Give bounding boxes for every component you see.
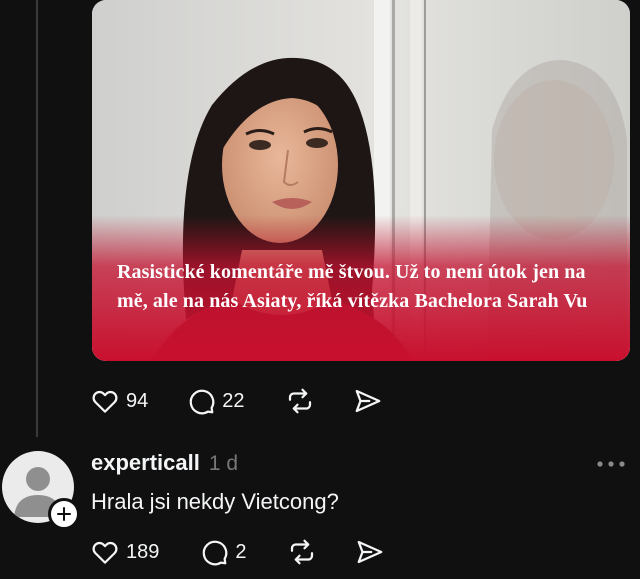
reply-comment-button[interactable]: 2 [199,537,247,567]
reply-like-count: 189 [126,540,160,563]
heart-icon [92,541,118,564]
reply-actions: 189 2 [90,537,385,567]
comment-bubble-icon [189,389,215,415]
comment-button[interactable]: 22 [186,386,245,416]
more-dots-icon[interactable] [596,460,626,468]
reply-username[interactable]: experticall [91,450,200,476]
reply-timestamp: 1 d [208,452,239,475]
follow-button[interactable] [48,498,80,530]
like-count: 94 [126,389,149,412]
repost-icon [288,388,311,414]
post-actions: 94 22 [90,386,383,416]
comment-bubble-icon [203,540,228,566]
send-icon [355,389,380,413]
reply-share-button[interactable] [355,537,385,567]
send-icon [357,540,382,564]
comment-count: 22 [222,389,245,412]
reply-avatar-wrap[interactable] [2,451,80,530]
like-button[interactable]: 94 [90,386,148,416]
repost-button[interactable] [285,386,315,416]
reply-like-button[interactable]: 189 [90,537,159,567]
plus-icon [57,507,71,521]
reply-repost-button[interactable] [287,537,317,567]
reply-header: experticall 1 d [91,450,238,476]
share-button[interactable] [353,386,383,416]
reply-comment-count: 2 [235,540,247,563]
article-headline: Rasistické komentáře mě štvou. Už to nen… [117,261,588,312]
reply-text: Hrala jsi nekdy Vietcong? [91,489,339,514]
thread-line [36,0,38,437]
article-preview-card[interactable]: Rasistické komentáře mě štvou. Už to nen… [92,0,630,361]
heart-icon [92,390,118,413]
repost-icon [290,539,313,565]
